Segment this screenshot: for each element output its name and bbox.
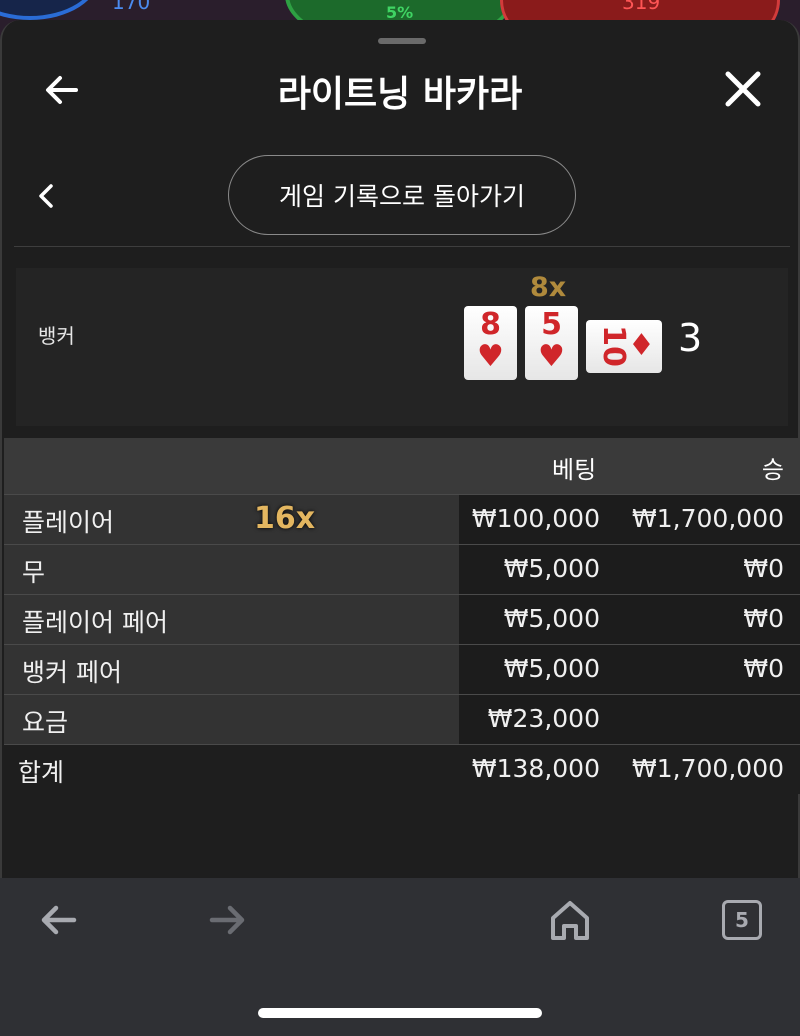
browser-toolbar: 5	[0, 878, 800, 1036]
chevron-left-icon[interactable]	[32, 178, 62, 214]
table-header: 베팅 승	[4, 438, 800, 494]
lightning-multiplier: 16x	[254, 501, 316, 536]
total-win-amount: ₩1,700,000	[632, 754, 784, 783]
home-indicator	[258, 1008, 542, 1018]
tabs-button[interactable]: 5	[722, 900, 762, 940]
card-rank: 10	[595, 325, 631, 367]
diamond-suit-icon: ♦	[628, 328, 655, 363]
sheet-grabber[interactable]	[378, 38, 426, 44]
lightning-multiplier: 8x	[530, 272, 567, 303]
table-row: 무 ₩5,000 ₩0	[4, 544, 800, 594]
bets-table: 베팅 승 플레이어 16x ₩100,000 ₩1,700,000 무 ₩5,0…	[4, 438, 800, 794]
player-stat: 170	[112, 0, 151, 14]
arrow-left-icon[interactable]	[36, 898, 80, 942]
bet-type-label: 요금	[22, 708, 69, 737]
banker-score: 3	[678, 316, 703, 360]
playing-card-rotated: 10 ♦	[586, 320, 662, 373]
arrow-right-icon[interactable]	[206, 898, 250, 942]
game-history-sheet: 라이트닝 바카라 게임 기록으로 돌아가기 뱅커 8x 8 ♥ 5 ♥ 10 ♦…	[0, 20, 800, 880]
win-amount: ₩1,700,000	[632, 504, 784, 533]
total-bet-amount: ₩138,000	[471, 754, 600, 783]
heart-suit-icon: ♥	[538, 339, 565, 374]
win-amount: ₩0	[743, 554, 784, 583]
column-header-win: 승	[761, 456, 784, 484]
win-amount: ₩0	[743, 654, 784, 683]
close-icon[interactable]	[722, 68, 764, 110]
heart-suit-icon: ♥	[477, 339, 504, 374]
bet-amount: ₩23,000	[487, 704, 600, 733]
divider	[14, 246, 790, 247]
total-label: 합계	[18, 758, 65, 787]
banker-label: 뱅커	[38, 324, 75, 348]
bet-type-label: 무	[22, 558, 46, 587]
card-rank: 8	[480, 307, 501, 342]
bet-type-label: 플레이어 페어	[22, 608, 168, 637]
back-to-history-button[interactable]: 게임 기록으로 돌아가기	[228, 155, 576, 235]
win-amount: ₩0	[743, 604, 784, 633]
bet-amount: ₩5,000	[503, 654, 600, 683]
banker-hand-panel: 뱅커 8x 8 ♥ 5 ♥ 10 ♦ 3	[16, 268, 788, 426]
playing-card: 5 ♥	[525, 306, 578, 380]
table-row: 뱅커 페어 ₩5,000 ₩0	[4, 644, 800, 694]
card-rank: 5	[541, 307, 562, 342]
page-title: 라이트닝 바카라	[277, 74, 523, 115]
table-row: 플레이어 16x ₩100,000 ₩1,700,000	[4, 494, 800, 544]
bet-type-label: 뱅커 페어	[22, 658, 122, 687]
playing-card: 8 ♥	[464, 306, 517, 380]
column-header-bet: 베팅	[552, 456, 597, 484]
home-icon[interactable]	[548, 898, 592, 942]
banker-stat: 319	[622, 0, 661, 14]
table-row: 요금 ₩23,000	[4, 694, 800, 744]
bet-amount: ₩100,000	[471, 504, 600, 533]
player-circle	[0, 0, 100, 20]
bet-amount: ₩5,000	[503, 604, 600, 633]
bet-type-label: 플레이어	[22, 508, 115, 537]
table-row: 플레이어 페어 ₩5,000 ₩0	[4, 594, 800, 644]
bet-amount: ₩5,000	[503, 554, 600, 583]
total-row: 합계 ₩138,000 ₩1,700,000	[4, 744, 800, 794]
